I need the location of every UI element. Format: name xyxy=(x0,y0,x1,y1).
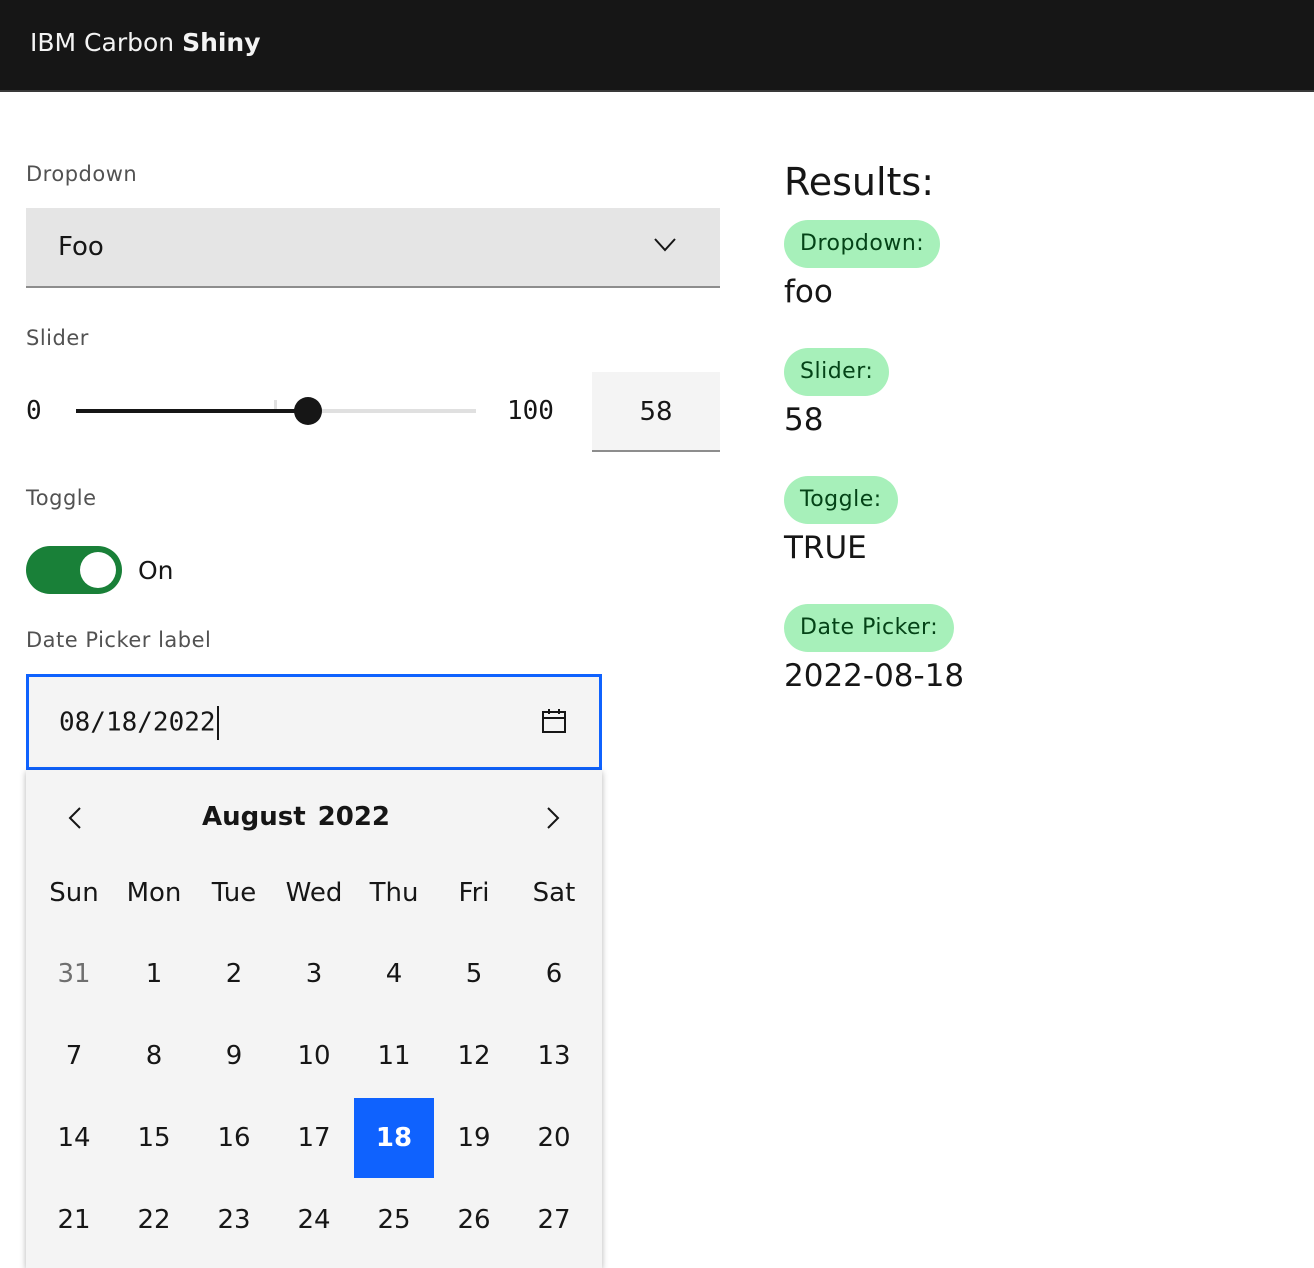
calendar-icon[interactable] xyxy=(541,708,567,734)
slider-min-value: 0 xyxy=(26,396,42,426)
calendar-day[interactable]: 7 xyxy=(34,1016,114,1096)
chevron-right-icon[interactable] xyxy=(540,804,566,832)
slider-midpoint-tick xyxy=(274,400,277,409)
chevron-down-icon xyxy=(654,238,676,252)
calendar-day[interactable]: 21 xyxy=(34,1180,114,1260)
calendar-day[interactable]: 24 xyxy=(274,1180,354,1260)
text-caret xyxy=(216,706,219,740)
calendar-day[interactable]: 4 xyxy=(354,934,434,1014)
date-picker-label: Date Picker label xyxy=(26,628,212,652)
calendar-day[interactable]: 3 xyxy=(274,934,354,1014)
dropdown-select[interactable]: Foo xyxy=(26,208,720,288)
date-input-text: 08/18/2022 xyxy=(59,707,216,738)
calendar-day[interactable]: 14 xyxy=(34,1098,114,1178)
calendar-day[interactable]: 16 xyxy=(194,1098,274,1178)
app-header: IBM Carbon Shiny xyxy=(0,0,1314,92)
calendar-year[interactable]: 2022 xyxy=(318,802,390,832)
dropdown-label: Dropdown xyxy=(26,162,138,186)
results-title: Results: xyxy=(784,160,935,204)
toggle-state-text: On xyxy=(138,556,174,585)
calendar-month-year: August 2022 xyxy=(26,802,566,832)
calendar-day[interactable]: 25 xyxy=(354,1180,434,1260)
weekday-header: Fri xyxy=(458,878,490,908)
calendar-day[interactable]: 6 xyxy=(514,934,594,1014)
brand-prefix: IBM Carbon xyxy=(30,28,183,57)
calendar-month: August xyxy=(201,802,306,832)
slider-number-input[interactable]: 58 xyxy=(592,372,720,452)
toggle-label: Toggle xyxy=(26,486,97,510)
calendar-day[interactable]: 15 xyxy=(114,1098,194,1178)
result-value-date-picker: 2022-08-18 xyxy=(784,658,965,694)
calendar-day[interactable]: 1 xyxy=(114,934,194,1014)
calendar-day[interactable]: 11 xyxy=(354,1016,434,1096)
calendar-day[interactable]: 13 xyxy=(514,1016,594,1096)
calendar-day[interactable]: 10 xyxy=(274,1016,354,1096)
weekday-header: Sun xyxy=(49,878,99,908)
weekday-header: Mon xyxy=(126,878,182,908)
weekday-header: Wed xyxy=(285,878,343,908)
calendar-day[interactable]: 17 xyxy=(274,1098,354,1178)
slider-fill xyxy=(76,409,308,413)
slider-thumb[interactable] xyxy=(294,397,322,425)
dropdown-selected-value: Foo xyxy=(58,232,104,262)
slider-max-value: 100 xyxy=(507,396,554,426)
app-brand[interactable]: IBM Carbon Shiny xyxy=(30,28,261,57)
weekday-header: Sat xyxy=(532,878,576,908)
calendar-day[interactable]: 5 xyxy=(434,934,514,1014)
result-value-slider: 58 xyxy=(784,402,824,438)
result-tag-date-picker: Date Picker: xyxy=(784,604,955,652)
calendar-day[interactable]: 2 xyxy=(194,934,274,1014)
slider-track[interactable] xyxy=(76,409,476,413)
calendar-day[interactable]: 31 xyxy=(34,934,114,1014)
calendar-day[interactable]: 22 xyxy=(114,1180,194,1260)
calendar-day[interactable]: 19 xyxy=(434,1098,514,1178)
calendar-day[interactable]: 12 xyxy=(434,1016,514,1096)
calendar-day[interactable]: 9 xyxy=(194,1016,274,1096)
calendar-day[interactable]: 20 xyxy=(514,1098,594,1178)
result-value-toggle: TRUE xyxy=(784,530,867,566)
weekday-header: Tue xyxy=(211,878,257,908)
result-tag-slider: Slider: xyxy=(784,348,890,396)
toggle-knob xyxy=(80,552,116,588)
slider-label: Slider xyxy=(26,326,89,350)
calendar-day[interactable]: 23 xyxy=(194,1180,274,1260)
calendar-day[interactable]: 26 xyxy=(434,1180,514,1260)
weekday-header: Thu xyxy=(369,878,419,908)
result-tag-toggle: Toggle: xyxy=(784,476,898,524)
calendar-day[interactable]: 27 xyxy=(514,1180,594,1260)
calendar-day-selected[interactable]: 18 xyxy=(354,1098,434,1178)
result-value-dropdown: foo xyxy=(784,274,833,310)
result-tag-dropdown: Dropdown: xyxy=(784,220,941,268)
calendar-day[interactable]: 8 xyxy=(114,1016,194,1096)
toggle-switch[interactable] xyxy=(26,546,122,594)
brand-name: Shiny xyxy=(182,28,261,57)
calendar-popup: August 2022 Sun Mon Tue Wed Thu Fri Sat 31 1 2 3 4 5 6… xyxy=(26,770,602,1268)
date-picker-input[interactable]: 08/18/2022 xyxy=(26,674,602,770)
date-input-value: 08/18/2022 xyxy=(59,706,219,740)
